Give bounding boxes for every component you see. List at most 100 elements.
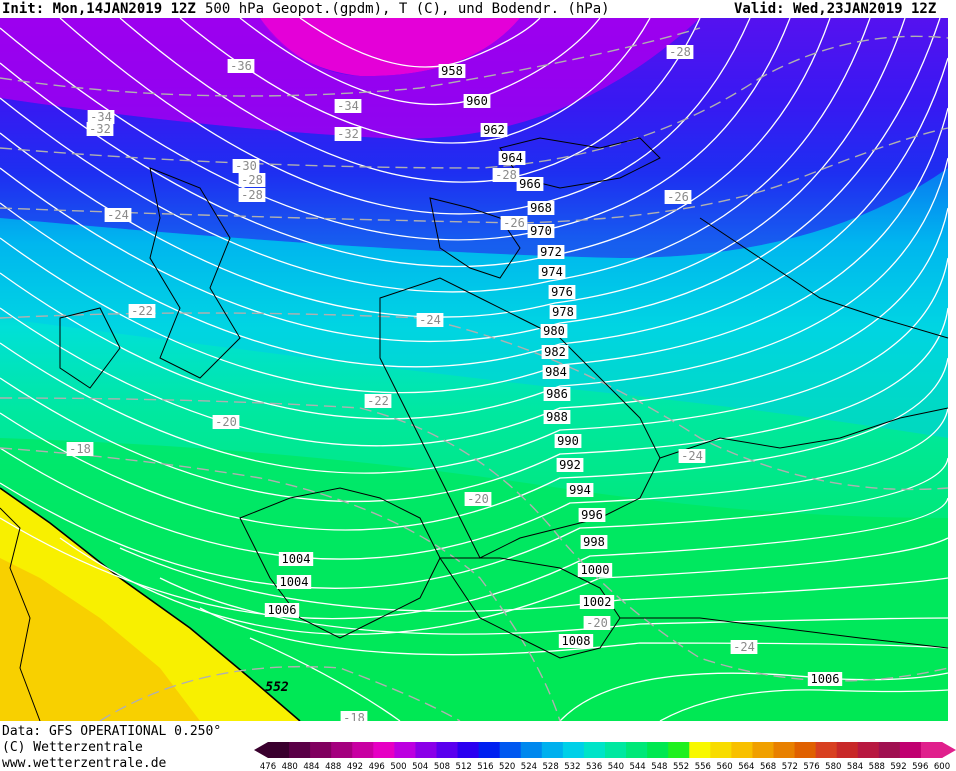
colorbar-tick: 500 xyxy=(390,762,406,770)
temperature-label-text: -22 xyxy=(131,304,153,318)
pressure-label-text: 974 xyxy=(541,265,563,279)
pressure-label-text: 1002 xyxy=(583,595,612,609)
temperature-label: -20 xyxy=(212,415,240,429)
pressure-label: 974 xyxy=(538,265,566,279)
pressure-label-text: 996 xyxy=(581,508,603,522)
pressure-label: 1002 xyxy=(579,595,615,609)
pressure-label-text: 994 xyxy=(569,483,591,497)
temperature-label-text: -24 xyxy=(107,208,129,222)
pressure-label-text: 1004 xyxy=(280,575,309,589)
pressure-label: 958 xyxy=(438,64,466,78)
colorbar-tick: 560 xyxy=(716,762,732,770)
colorbar-tick: 548 xyxy=(651,762,667,770)
pressure-label-text: 1006 xyxy=(268,603,297,617)
pressure-label-text: 1000 xyxy=(581,563,610,577)
colorbar-tick: 504 xyxy=(412,762,428,770)
weather-map: 552 958 960 962 964 966 968 970 972 974 976 978 980… xyxy=(0,18,949,721)
colorbar-swatch xyxy=(541,742,564,758)
pressure-label-text: 980 xyxy=(543,324,565,338)
colorbar-tick: 584 xyxy=(847,762,863,770)
temperature-label: -24 xyxy=(416,313,444,327)
colorbar-tick: 524 xyxy=(521,762,537,770)
pressure-label: 996 xyxy=(578,508,606,522)
footer-url: www.wetterzentrale.de xyxy=(2,756,167,771)
colorbar-swatch xyxy=(878,742,901,758)
temperature-label: -30 xyxy=(232,159,260,173)
temperature-label-text: -18 xyxy=(343,711,365,721)
colorbar-swatch xyxy=(352,742,374,758)
colorbar-tick: 532 xyxy=(564,762,580,770)
temperature-label-text: -20 xyxy=(215,415,237,429)
colorbar-swatch xyxy=(268,742,290,758)
temperature-label: -34 xyxy=(334,99,362,113)
colorbar-tick: 476 xyxy=(260,762,276,770)
temperature-label: -24 xyxy=(730,640,758,654)
pressure-label: 978 xyxy=(549,305,577,319)
colorbar-swatch xyxy=(647,742,669,758)
temperature-label-text: -30 xyxy=(235,159,257,173)
colorbar-swatch xyxy=(289,742,311,758)
colorbar-swatch xyxy=(689,742,711,758)
pressure-label-text: 1004 xyxy=(282,552,311,566)
colorbar-swatch xyxy=(857,742,880,758)
pressure-label-text: 1008 xyxy=(562,634,591,648)
colorbar-swatch xyxy=(562,742,585,758)
map-title: 500 hPa Geopot.(gpdm), T (C), und Bodend… xyxy=(205,1,610,17)
pressure-label-text: 972 xyxy=(540,245,562,259)
temperature-label: -18 xyxy=(66,442,94,456)
temperature-label-text: -28 xyxy=(241,173,263,187)
temperature-label: -26 xyxy=(664,190,692,204)
pressure-label: 986 xyxy=(543,387,571,401)
pressure-label-text: 958 xyxy=(441,64,463,78)
temperature-label: -18 xyxy=(340,711,368,721)
pressure-label: 992 xyxy=(556,458,584,472)
temperature-label-text: -28 xyxy=(495,168,517,182)
init-time: Init: Mon,14JAN2019 12Z xyxy=(2,1,196,17)
colorbar-tick: 544 xyxy=(629,762,645,770)
temperature-label: -28 xyxy=(666,45,694,59)
temperature-label-text: -20 xyxy=(467,492,489,506)
pressure-label: 998 xyxy=(580,535,608,549)
colorbar-tick: 516 xyxy=(477,762,493,770)
colorbar-tick: 556 xyxy=(695,762,711,770)
colorbar-tick: 480 xyxy=(282,762,298,770)
colorbar-tick: 496 xyxy=(369,762,385,770)
colorbar-tick: 540 xyxy=(608,762,624,770)
temperature-label-text: -34 xyxy=(337,99,359,113)
pressure-label: 1004 xyxy=(276,575,312,589)
colorbar-swatch xyxy=(436,742,459,758)
colorbar-swatch xyxy=(310,742,332,758)
temperature-label: -20 xyxy=(464,492,492,506)
temperature-label: -22 xyxy=(364,394,392,408)
temperature-label-text: -22 xyxy=(367,394,389,408)
colorbar-swatch xyxy=(520,742,543,758)
temperature-label: -24 xyxy=(678,449,706,463)
colorbar-swatch xyxy=(836,742,859,758)
colorbar-tick: 520 xyxy=(499,762,515,770)
pressure-label-text: 990 xyxy=(557,434,579,448)
colorbar-swatch xyxy=(815,742,838,758)
colorbar-tick: 508 xyxy=(434,762,450,770)
temperature-label: -22 xyxy=(128,304,156,318)
temperature-label: -36 xyxy=(227,59,255,73)
colorbar-swatch xyxy=(415,742,437,758)
temperature-label-text: -32 xyxy=(89,122,111,136)
pressure-label-text: 986 xyxy=(546,387,568,401)
pressure-label: 964 xyxy=(498,151,526,165)
pressure-label: 1008 xyxy=(558,634,594,648)
colorbar-tick: 484 xyxy=(303,762,319,770)
pressure-label-text: 998 xyxy=(583,535,605,549)
pressure-label: 994 xyxy=(566,483,594,497)
colorbar-swatch xyxy=(499,742,522,758)
footer-copyright: (C) Wetterzentrale xyxy=(2,740,143,755)
temperature-label-text: -18 xyxy=(69,442,91,456)
pressure-label: 968 xyxy=(527,201,555,215)
colorbar-tick: 564 xyxy=(738,762,754,770)
temperature-label-text: -24 xyxy=(681,449,703,463)
colorbar-tick: 576 xyxy=(803,762,819,770)
pressure-label-text: 1006 xyxy=(811,672,840,686)
pressure-label: 970 xyxy=(527,224,555,238)
pressure-label-text: 992 xyxy=(559,458,581,472)
temperature-label-text: -28 xyxy=(669,45,691,59)
pressure-label: 988 xyxy=(543,410,571,424)
